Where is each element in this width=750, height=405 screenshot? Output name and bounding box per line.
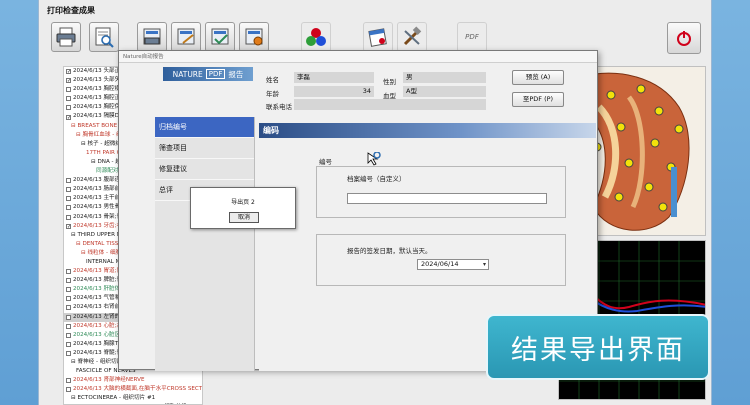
cursor-icon xyxy=(367,152,381,166)
tree-row-checkbox[interactable] xyxy=(66,305,71,311)
export-pdf-button[interactable]: 至PDF (P) xyxy=(512,92,564,107)
sidebar-item-repair-advice[interactable]: 修复建议 xyxy=(155,159,254,180)
pdf-label: PDF xyxy=(465,33,479,41)
logo-pdf: PDF xyxy=(205,69,226,79)
tree-row-checkbox[interactable] xyxy=(66,350,71,356)
pdf-button[interactable]: PDF xyxy=(457,22,487,52)
blood-value: A型 xyxy=(403,86,486,97)
tree-row-checkbox[interactable] xyxy=(66,278,71,284)
chevron-down-icon: ▾ xyxy=(482,261,486,268)
tree-row-label: 2024/6/13 大脑的横截面,在脑干水平CROSS SECTION OF B… xyxy=(73,386,203,393)
tree-row-checkbox[interactable]: ✓ xyxy=(66,69,71,75)
export-dialog: 导出页 2 取消 xyxy=(190,187,296,229)
tree-row-checkbox[interactable] xyxy=(66,287,71,293)
date-value: 2024/06/14 xyxy=(421,260,459,268)
tree-row-label: ⊟ ECTOCINEREA - 组织切片 #1 xyxy=(71,395,156,402)
archive-number-input[interactable] xyxy=(347,193,547,204)
tree-row-checkbox[interactable] xyxy=(66,387,71,393)
logo-suffix: 报告 xyxy=(228,69,244,79)
window-title: Nature自动报告 xyxy=(119,51,597,63)
tree-row-label: 2024/6/13 肾部神经NERVE xyxy=(73,377,145,384)
report-edit-icon xyxy=(177,28,195,45)
app-title: 打印检查成果 xyxy=(47,6,95,15)
sidebar-item-archive-number[interactable]: 归档编号 xyxy=(155,117,254,138)
sidebar-item-screening[interactable]: 筛查项目 xyxy=(155,138,254,159)
tree-row-checkbox[interactable] xyxy=(66,269,71,275)
tree-row-checkbox[interactable] xyxy=(66,187,71,193)
tools-icon xyxy=(403,26,422,46)
power-icon xyxy=(677,31,691,46)
tools-button[interactable] xyxy=(397,22,427,52)
tree-row[interactable]: ⊟ ECTOCINEREA - 组织切片 #1 xyxy=(64,394,202,403)
tree-row-checkbox[interactable] xyxy=(66,87,71,93)
report-sidebar: 归档编号 筛查项目 修复建议 总评 xyxy=(155,117,255,371)
tree-row-checkbox[interactable]: ✓ xyxy=(66,223,71,229)
report-print-icon xyxy=(143,28,161,45)
calendar-icon xyxy=(368,28,387,47)
tree-row-checkbox[interactable] xyxy=(66,332,71,338)
nature-pdf-logo: NATURE PDF 报告 xyxy=(163,67,253,81)
banner-text: 结果导出界面 xyxy=(511,334,685,366)
caption-banner: 结果导出界面 xyxy=(486,314,710,380)
tree-row-checkbox[interactable]: ✓ xyxy=(66,78,71,84)
archive-group: 档案编号（自定义） xyxy=(316,166,566,218)
report-button-4[interactable] xyxy=(239,22,269,52)
date-group: 报告的签发日期，默认当天。 2024/06/14 ▾ xyxy=(316,234,566,286)
report-button-2[interactable] xyxy=(171,22,201,52)
print-preview-icon xyxy=(95,27,114,48)
tree-row-checkbox[interactable] xyxy=(66,196,71,202)
tree-row-checkbox[interactable] xyxy=(66,341,71,347)
dialog-cancel-button[interactable]: 取消 xyxy=(229,212,259,223)
color-cubes-icon xyxy=(306,28,326,46)
print-button[interactable] xyxy=(51,22,81,52)
color-button[interactable] xyxy=(301,22,331,52)
age-label: 年龄 xyxy=(266,90,279,98)
dialog-message: 导出页 2 xyxy=(231,199,255,206)
phone-label: 联系电话 xyxy=(266,103,292,111)
preview-button[interactable]: 预览 (A) xyxy=(512,70,564,85)
archive-label: 档案编号（自定义） xyxy=(347,175,406,183)
report-button-1[interactable] xyxy=(137,22,167,52)
gender-value: 男 xyxy=(403,72,486,83)
tree-row-checkbox[interactable] xyxy=(66,205,71,211)
tree-row[interactable]: 2024/6/13 大脑的横截面,在脑干水平CROSS SECTION OF B… xyxy=(64,385,202,394)
tree-row-checkbox[interactable] xyxy=(66,314,71,320)
tree-row-checkbox[interactable] xyxy=(66,378,71,384)
exit-button[interactable] xyxy=(667,22,701,54)
calendar-button[interactable] xyxy=(363,22,393,52)
name-value: 李磊 xyxy=(294,72,374,83)
tree-row-checkbox[interactable] xyxy=(66,296,71,302)
tree-row-label: 同源配对 xyxy=(96,168,119,175)
report-check-icon xyxy=(211,28,229,45)
code-group-label: 编号 xyxy=(319,158,332,166)
gender-label: 性别 xyxy=(383,78,396,86)
print-preview-button[interactable] xyxy=(89,22,119,52)
date-picker[interactable]: 2024/06/14 ▾ xyxy=(417,259,489,270)
age-value: 34 xyxy=(294,86,374,97)
tree-row-checkbox[interactable] xyxy=(66,214,71,220)
tree-row-checkbox[interactable] xyxy=(66,323,71,329)
tree-row-checkbox[interactable]: ✓ xyxy=(66,114,71,120)
date-hint: 报告的签发日期，默认当天。 xyxy=(347,247,432,255)
name-label: 姓名 xyxy=(266,76,279,84)
section-title: 编码 xyxy=(259,123,596,138)
report-button-3[interactable] xyxy=(205,22,235,52)
tree-row-checkbox[interactable] xyxy=(66,105,71,111)
tree-row-checkbox[interactable] xyxy=(66,178,71,184)
tree-row[interactable]: 2024/6/13 肾部神经NERVE xyxy=(64,376,202,385)
printer-icon xyxy=(56,27,76,47)
phone-value xyxy=(294,99,486,110)
logo-text: NATURE xyxy=(172,69,203,79)
tree-row-checkbox[interactable] xyxy=(66,96,71,102)
blood-label: 血型 xyxy=(383,92,396,100)
report-settings-icon xyxy=(245,28,263,46)
